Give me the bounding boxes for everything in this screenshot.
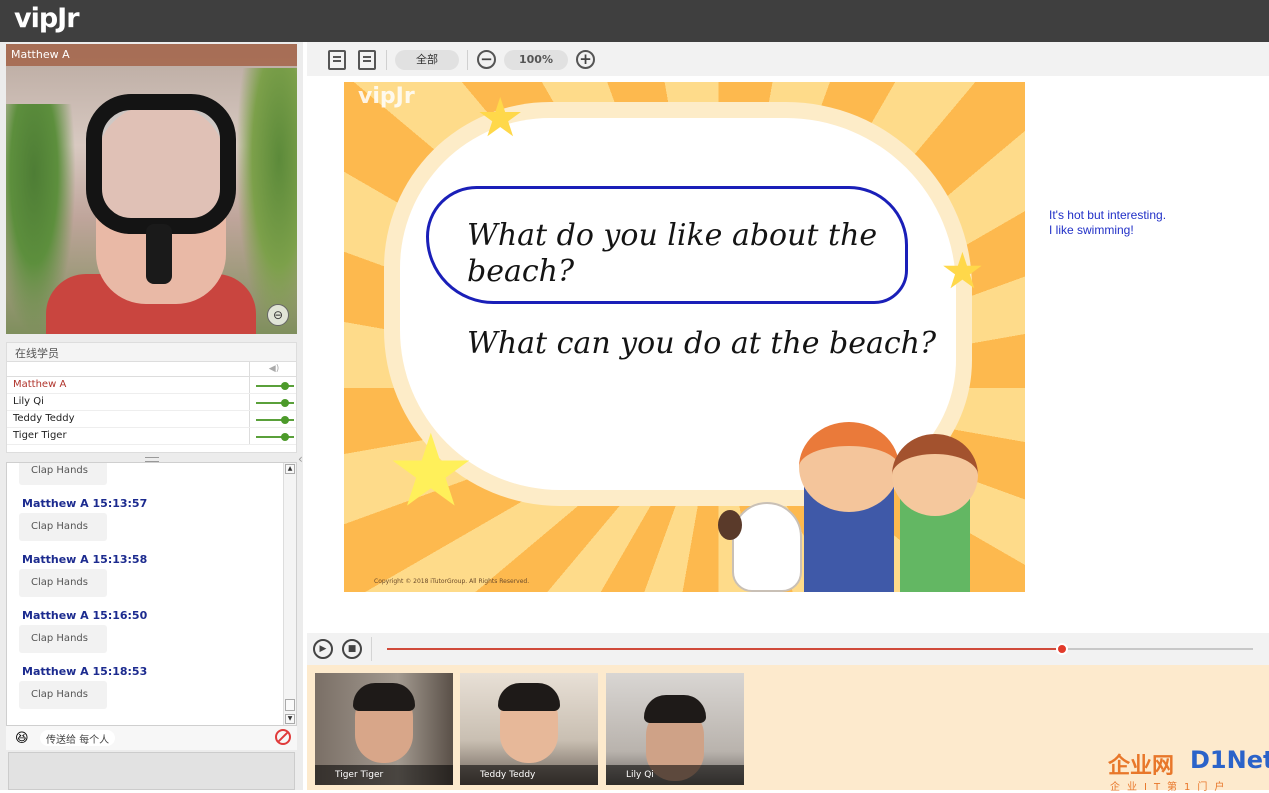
- note-line: It's hot but interesting.: [1049, 208, 1167, 222]
- d1net-watermark: 企业网 D1Net 企业IT第1门户: [1108, 746, 1269, 793]
- student-video[interactable]: Teddy Teddy: [460, 673, 598, 785]
- volume-slider-knob[interactable]: [280, 416, 289, 424]
- chat-panel: Clap Hands Matthew A 15:13:57 Clap Hands…: [6, 462, 297, 726]
- play-icon[interactable]: ▶: [313, 639, 333, 659]
- student-hair: [644, 695, 706, 723]
- watermark-title: 企业网: [1108, 754, 1175, 779]
- top-bar: vipJr: [0, 0, 1269, 42]
- chat-input[interactable]: [8, 752, 295, 790]
- roster-row[interactable]: Lily Qi: [7, 394, 296, 411]
- teacher-video: Matthew A ⊖: [6, 44, 297, 334]
- send-to-label: 传送给: [46, 735, 76, 746]
- volume-slider-knob[interactable]: [280, 382, 289, 390]
- teacher-name-label: Matthew A: [6, 44, 297, 66]
- roster-name: Matthew A: [13, 379, 67, 390]
- question-2: What can you do at the beach?: [467, 326, 937, 361]
- roster-row[interactable]: Matthew A: [7, 377, 296, 394]
- progress-fill: [387, 648, 1063, 650]
- zoom-in-icon[interactable]: +: [576, 50, 595, 69]
- prohibit-icon[interactable]: [275, 729, 291, 745]
- roster-column-header: ◀): [7, 362, 296, 377]
- student-hair: [498, 683, 560, 711]
- emoji-icon[interactable]: 😆: [15, 731, 29, 746]
- note-line: I like swimming!: [1049, 223, 1134, 237]
- zoom-level: 100%: [504, 50, 568, 70]
- chat-bubble: Clap Hands: [19, 625, 107, 653]
- star-decoration-icon: ★: [476, 86, 525, 149]
- scroll-down-arrow-icon[interactable]: ▼: [285, 714, 295, 724]
- slide-copyright: Copyright © 2018 iTutorGroup. All Rights…: [374, 578, 530, 585]
- lesson-slide[interactable]: vipJr ★ ★ ★ What do you like about the b…: [344, 82, 1025, 592]
- roster-name: Lily Qi: [13, 396, 44, 407]
- video-zoom-icon[interactable]: ⊖: [267, 304, 289, 326]
- scrollbar-thumb[interactable]: [285, 699, 295, 711]
- volume-slider-knob[interactable]: [280, 399, 289, 407]
- chat-scrollbar[interactable]: ▲ ▼: [283, 463, 296, 725]
- toolbar-divider: [386, 50, 387, 70]
- girl-head: [799, 422, 899, 512]
- typed-note[interactable]: It's hot but interesting. I like swimmin…: [1049, 208, 1229, 238]
- chat-message-header: Matthew A 15:16:50: [22, 609, 148, 622]
- boy-head: [892, 434, 978, 516]
- annotation-circle: [426, 186, 908, 304]
- boy-illustration: [892, 434, 978, 592]
- roster-title: 在线学员: [7, 343, 296, 362]
- slide-logo: vipJr: [358, 84, 415, 109]
- slide-toolbar: 全部 − 100% +: [307, 42, 1269, 76]
- roster-row[interactable]: Tiger Tiger: [7, 428, 296, 445]
- chat-message-header: Matthew A 15:18:53: [22, 665, 148, 678]
- watermark-subtitle: 企业IT第1门户: [1110, 782, 1232, 793]
- volume-slider[interactable]: [256, 433, 294, 441]
- online-students-panel: 在线学员 ◀) Matthew A Lily Qi Teddy Teddy Ti…: [6, 342, 297, 453]
- star-decoration-icon: ★: [386, 412, 476, 529]
- left-panel: Matthew A ⊖ 在线学员 ◀) Matthew A Lily Qi Te…: [0, 42, 303, 790]
- volume-slider[interactable]: [256, 399, 294, 407]
- watermark-brand: D1Net: [1190, 746, 1269, 774]
- speaker-icon: ◀): [249, 362, 298, 377]
- chat-message-header: Matthew A 15:13:58: [22, 553, 148, 566]
- diving-mask: [86, 94, 236, 234]
- chat-message-list: Clap Hands Matthew A 15:13:57 Clap Hands…: [7, 463, 283, 715]
- snorkel: [146, 224, 172, 284]
- volume-slider[interactable]: [256, 416, 294, 424]
- student-name-label: Lily Qi: [606, 765, 744, 785]
- zoom-out-icon[interactable]: −: [477, 50, 496, 69]
- collapse-panel-chevron-icon[interactable]: ‹: [298, 452, 303, 466]
- girl-illustration: [799, 422, 899, 592]
- student-video[interactable]: Tiger Tiger: [315, 673, 453, 785]
- progress-knob[interactable]: [1056, 643, 1069, 655]
- chat-bubble: Clap Hands: [19, 513, 107, 541]
- volume-slider[interactable]: [256, 382, 294, 390]
- playback-bar: ▶ ■: [307, 633, 1269, 665]
- dog-illustration: [718, 502, 802, 592]
- student-video[interactable]: Lily Qi: [606, 673, 744, 785]
- send-to-value: 每个人: [79, 735, 110, 746]
- scroll-up-arrow-icon[interactable]: ▲: [285, 464, 295, 474]
- toolbar-divider: [467, 50, 468, 70]
- progress-track[interactable]: [387, 643, 1253, 655]
- roster-row[interactable]: Teddy Teddy: [7, 411, 296, 428]
- student-name-label: Tiger Tiger: [315, 765, 453, 785]
- send-to-selector[interactable]: 传送给 每个人: [40, 730, 116, 746]
- dog-ear: [718, 510, 742, 540]
- chat-bubble: Clap Hands: [19, 681, 107, 709]
- playback-divider: [371, 637, 372, 661]
- document-list-icon[interactable]: [358, 50, 376, 70]
- stop-icon[interactable]: ■: [342, 639, 362, 659]
- roster-name: Teddy Teddy: [13, 413, 75, 424]
- vipjr-logo: vipJr: [14, 3, 80, 34]
- chat-bubble: Clap Hands: [19, 569, 107, 597]
- roster-name: Tiger Tiger: [13, 430, 67, 441]
- show-all-button[interactable]: 全部: [395, 50, 459, 70]
- student-hair: [353, 683, 415, 711]
- document-download-icon[interactable]: [328, 50, 346, 70]
- chat-bubble: Clap Hands: [19, 463, 107, 485]
- star-decoration-icon: ★: [940, 242, 985, 300]
- chat-controls: 😆 传送给 每个人: [6, 726, 297, 750]
- student-name-label: Teddy Teddy: [460, 765, 598, 785]
- volume-slider-knob[interactable]: [280, 433, 289, 441]
- chat-message-header: Matthew A 15:13:57: [22, 497, 148, 510]
